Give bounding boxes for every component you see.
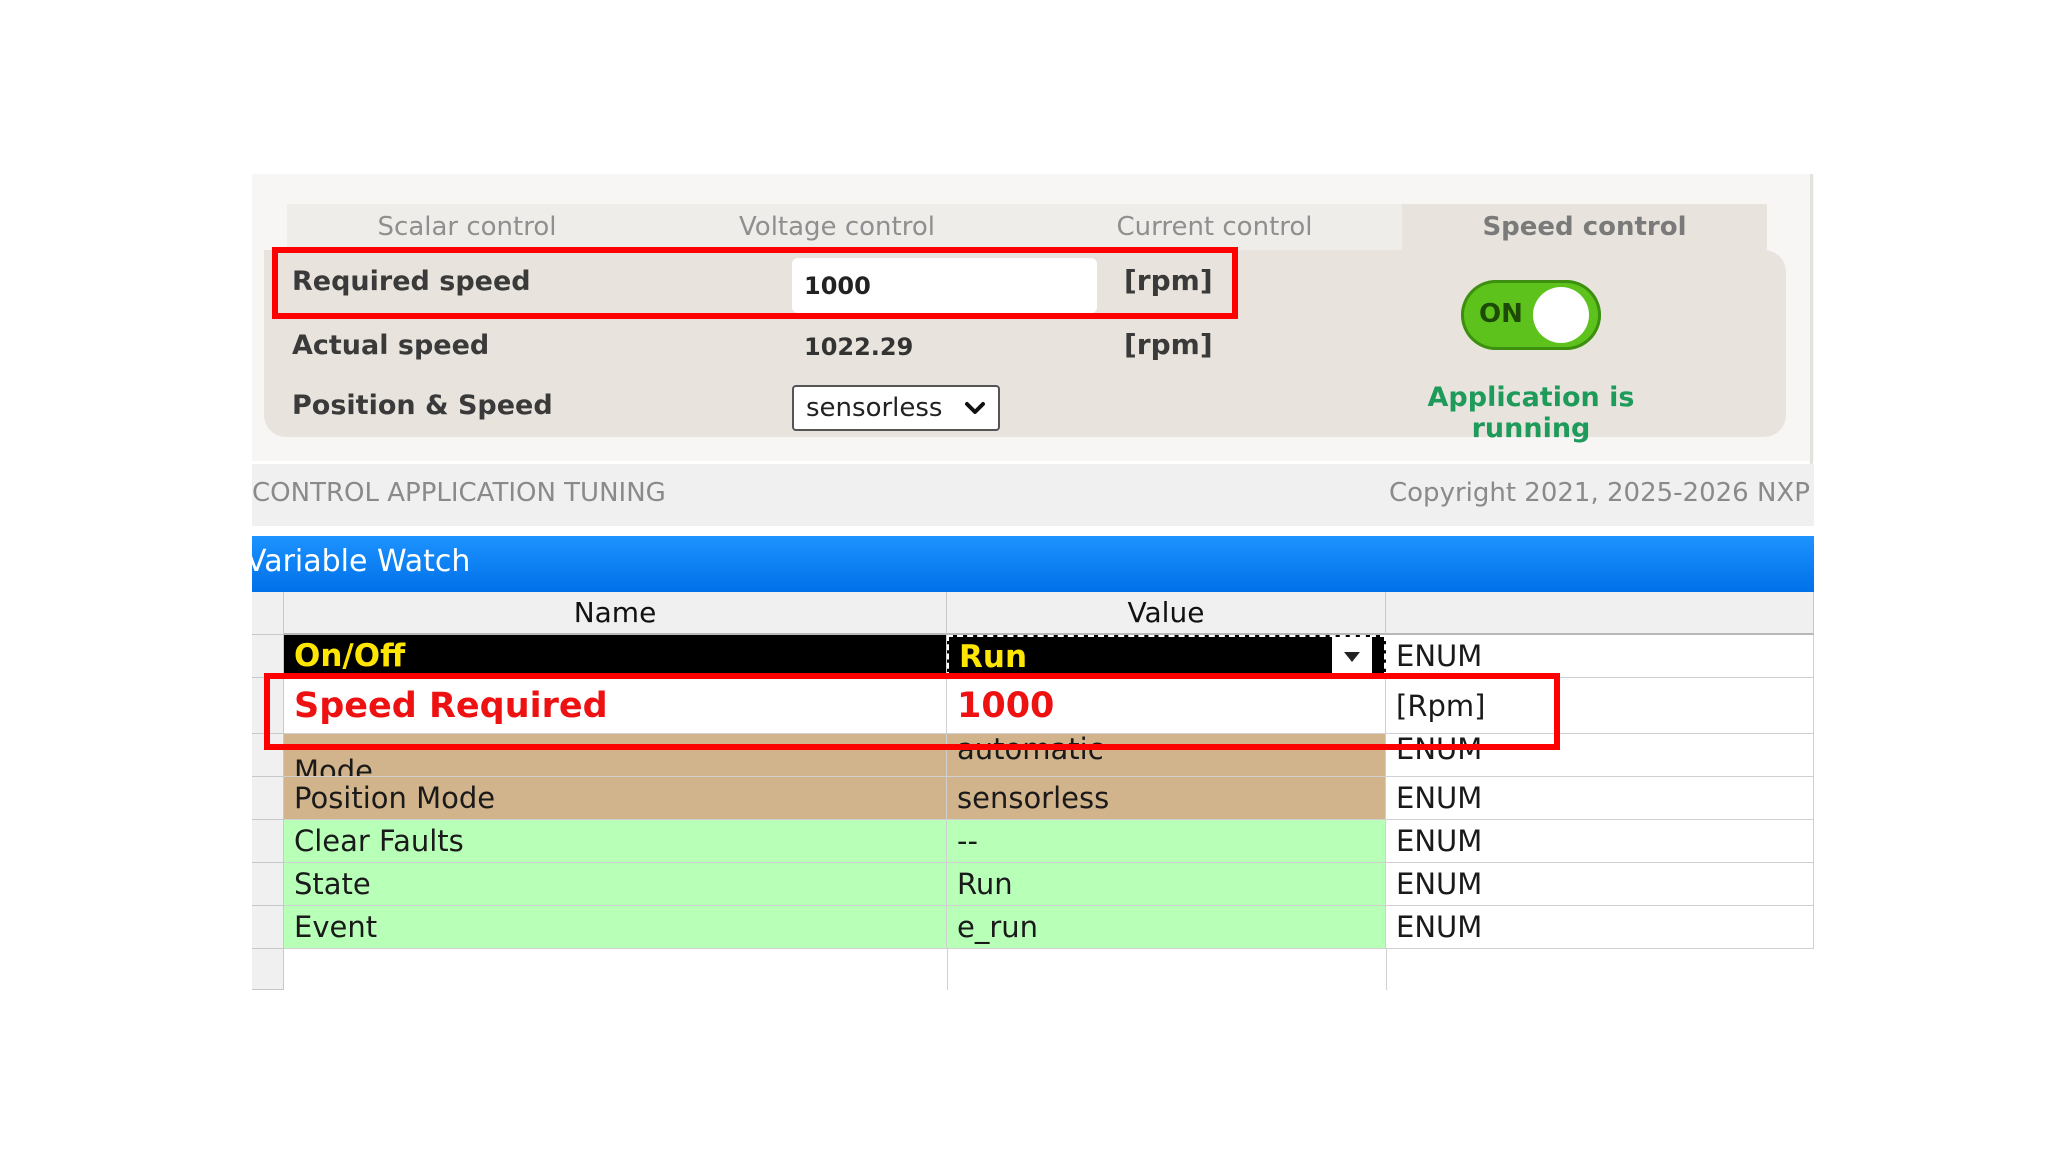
footer-app-name: CONTROL APPLICATION TUNING [252,478,666,508]
actual-speed-value: 1022.29 [804,333,914,361]
cell-text: State [294,867,371,901]
table-row-unit[interactable]: ENUM [1386,777,1814,820]
dropdown-arrow-button[interactable] [1332,637,1372,676]
cell-text: Clear Faults [294,824,464,858]
actual-speed-unit: [rpm] [1124,328,1213,361]
cell-text: ENUM [1396,639,1483,673]
toggle-knob [1533,287,1589,343]
run-toggle-switch[interactable]: ON [1461,280,1601,350]
cell-text: Position Mode [294,781,496,815]
table-row-name[interactable]: Position Mode [284,777,947,820]
application-status: Application is running [1427,382,1635,444]
table-row-value[interactable]: Run [947,863,1386,906]
column-header-unit[interactable] [1386,592,1814,635]
cell-text: ENUM [1396,824,1483,858]
variable-watch-header [252,536,1814,592]
tab-speed-control[interactable]: Speed control [1402,204,1767,250]
position-mode-value: sensorless [806,393,943,423]
grid-corner [252,592,284,635]
cell-text: Run [959,638,1028,675]
table-row-name[interactable]: On/Off [284,635,947,678]
table-row-name[interactable]: Event [284,906,947,949]
row-header[interactable] [252,635,284,678]
grid-column-line [1386,949,1387,990]
toggle-on-label: ON [1479,299,1523,329]
row-header[interactable] [252,949,284,990]
cell-text: Event [294,910,378,944]
highlight-box-required-speed [272,247,1238,319]
row-header[interactable] [252,777,284,820]
cell-text: Run [957,867,1013,901]
dropdown-arrow-icon [1344,651,1360,662]
table-row-unit[interactable]: ENUM [1386,635,1814,678]
position-speed-label: Position & Speed [292,390,553,421]
tab-voltage-control[interactable]: Voltage control [647,204,1027,250]
table-row-value[interactable]: sensorless [947,777,1386,820]
table-row-value[interactable]: e_run [947,906,1386,949]
table-row-name[interactable]: Clear Faults [284,820,947,863]
chevron-down-icon [965,402,985,414]
table-row-unit[interactable]: ENUM [1386,906,1814,949]
cell-text: ENUM [1396,910,1483,944]
table-row-unit[interactable]: ENUM [1386,820,1814,863]
actual-speed-label: Actual speed [292,330,490,361]
cell-text: -- [957,824,978,858]
column-header-name[interactable]: Name [284,592,947,635]
row-header[interactable] [252,863,284,906]
cell-text: On/Off [294,638,406,674]
position-mode-select[interactable]: sensorless [792,385,1000,431]
table-row-value[interactable]: -- [947,820,1386,863]
tab-current-control[interactable]: Current control [1027,204,1402,250]
column-header-value[interactable]: Value [947,592,1386,635]
table-row-unit[interactable]: ENUM [1386,863,1814,906]
variable-watch-title: Variable Watch [246,544,471,579]
table-row-name[interactable]: State [284,863,947,906]
tab-scalar-control[interactable]: Scalar control [287,204,647,250]
row-header[interactable] [252,820,284,863]
row-header[interactable] [252,906,284,949]
table-row-value-dropdown[interactable]: Run [947,635,1386,678]
highlight-box-speed-required [264,673,1560,750]
panel-edge [1810,174,1813,464]
grid-column-line [947,949,948,990]
cell-text: sensorless [957,781,1110,815]
cell-text: Mode [294,754,374,777]
cell-text: ENUM [1396,867,1483,901]
cell-text: ENUM [1396,781,1483,815]
cell-text: e_run [957,910,1039,944]
footer-copyright: Copyright 2021, 2025-2026 NXP [1389,478,1810,508]
